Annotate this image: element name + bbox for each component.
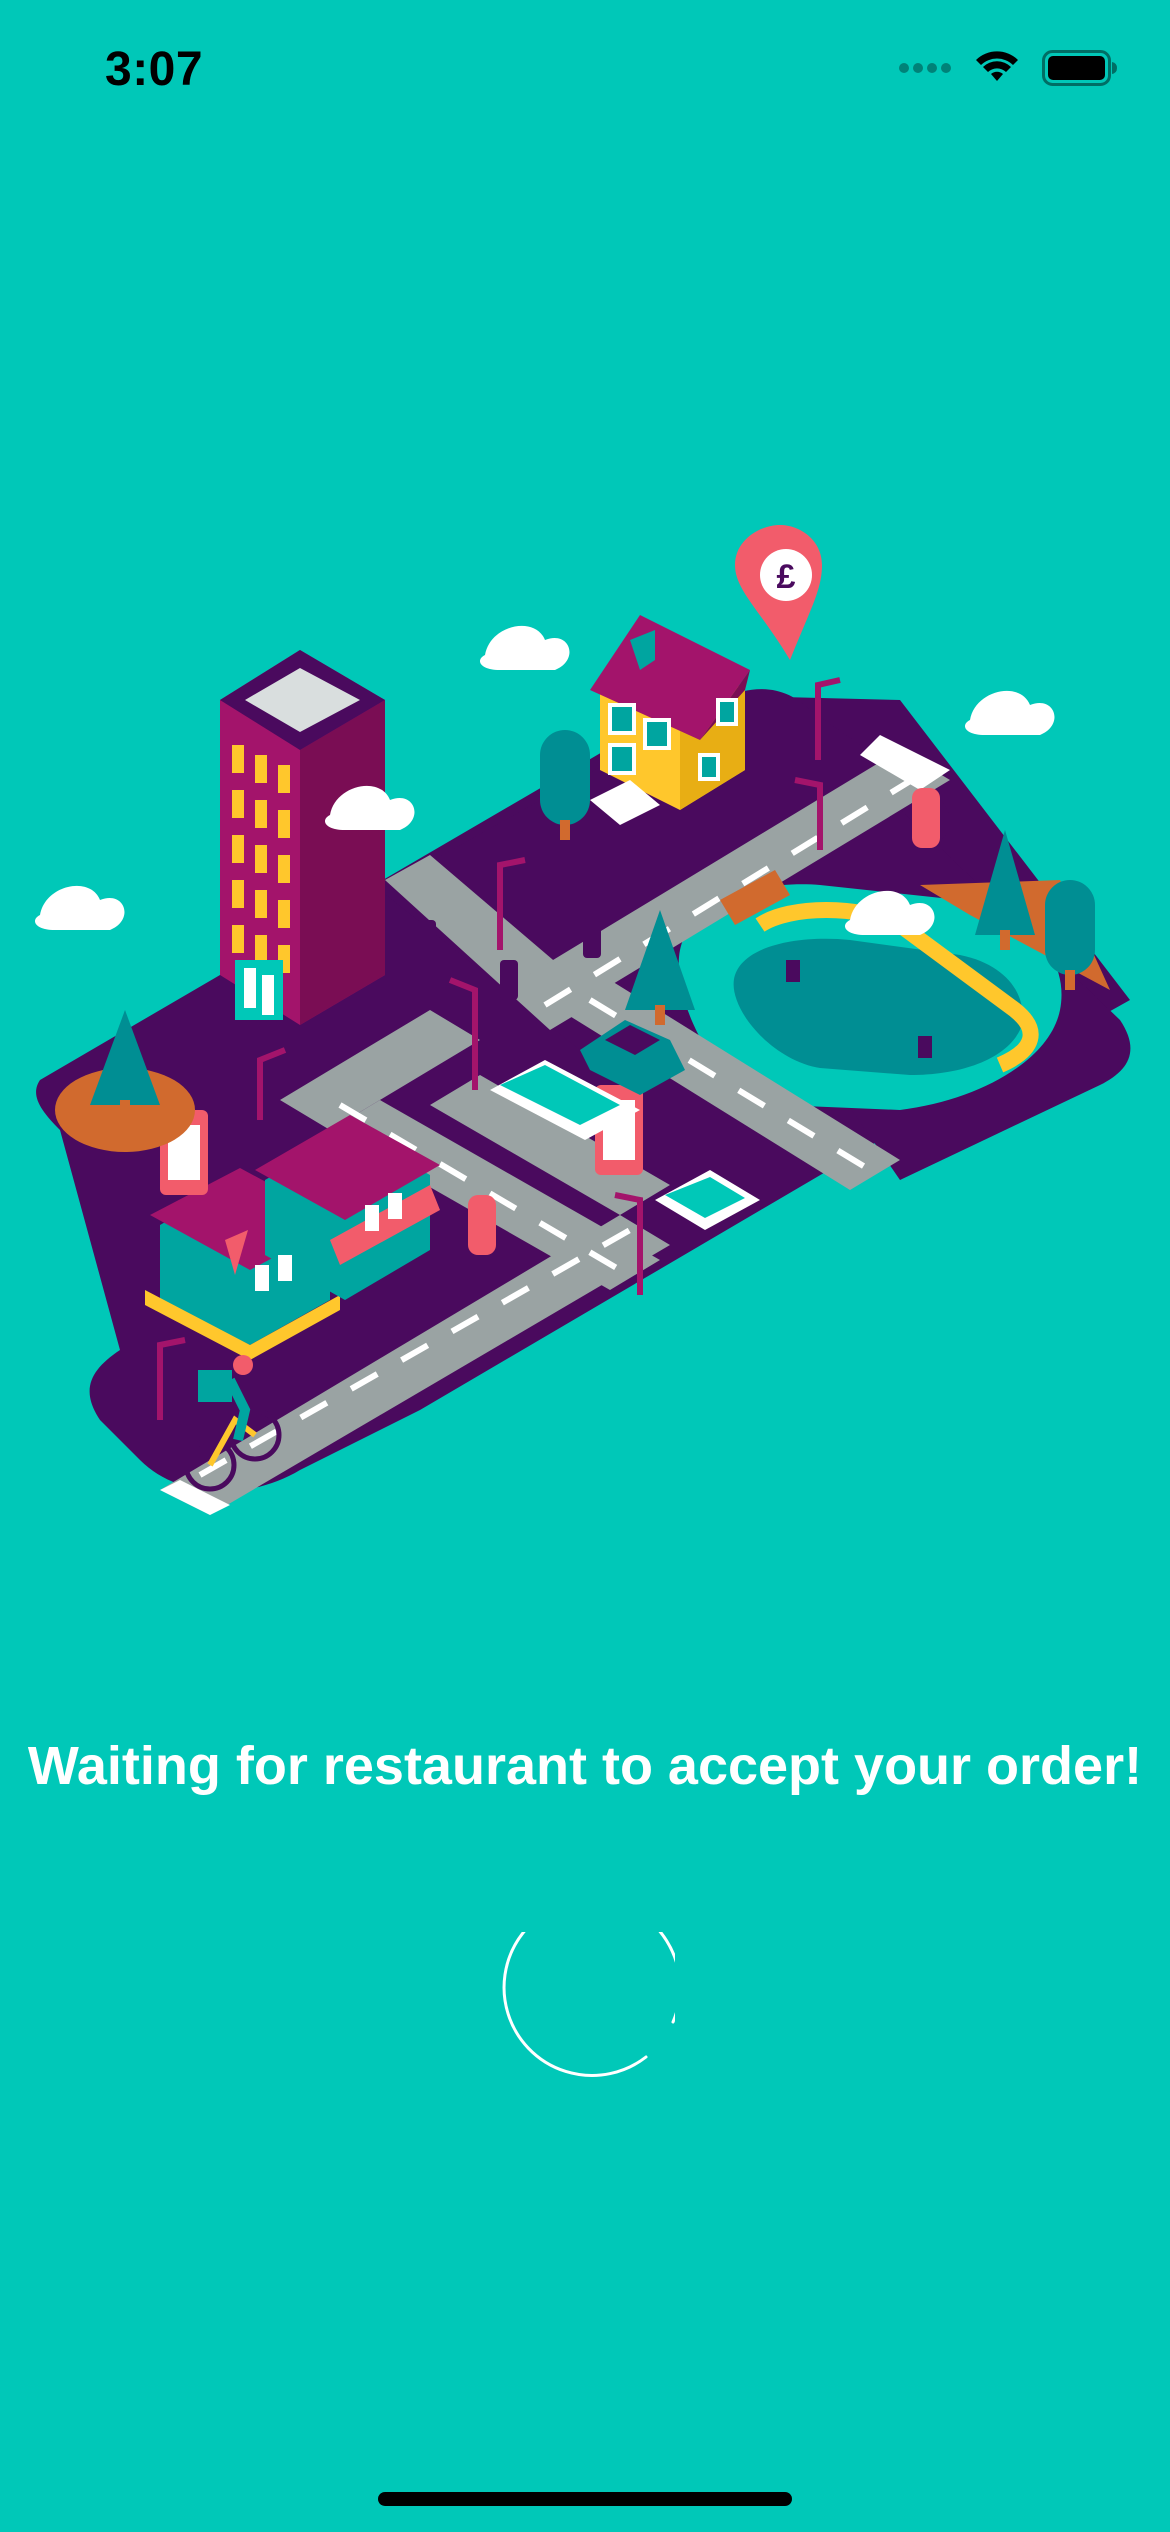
signal-dots-icon: [899, 63, 951, 73]
home-indicator[interactable]: [378, 2492, 792, 2506]
wifi-icon: [976, 51, 1018, 81]
svg-text:£: £: [777, 558, 796, 596]
battery-icon: [1042, 50, 1117, 86]
waiting-message: Waiting for restaurant to accept your or…: [27, 1736, 1143, 1796]
isometric-city-delivery-illustration: £: [35, 525, 1131, 1515]
status-bar: 3:07: [0, 0, 1170, 150]
loading-spinner-icon: [502, 1932, 675, 2077]
status-time: 3:07: [105, 43, 204, 96]
status-icons: [898, 50, 1118, 86]
